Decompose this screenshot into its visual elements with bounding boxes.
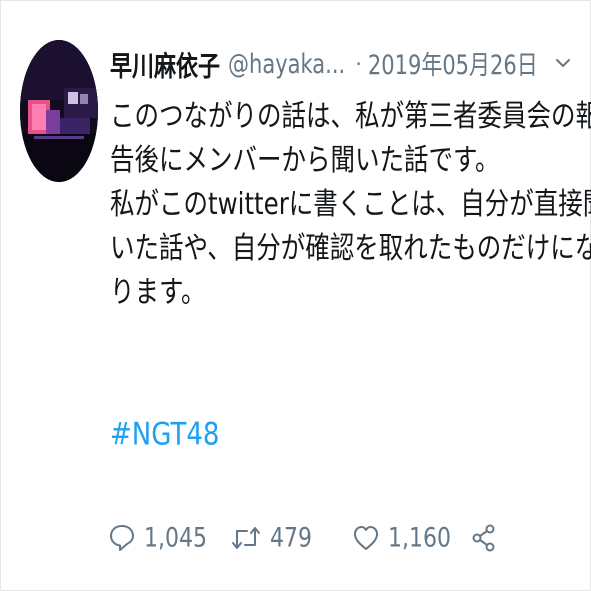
tweet-header: 早川麻依子 @hayaka... · 2019年05月26日 — [110, 44, 580, 84]
avatar[interactable] — [20, 40, 98, 182]
chevron-down-icon[interactable] — [554, 54, 572, 72]
reply-icon — [108, 523, 136, 553]
like-count: 1,160 — [388, 522, 451, 554]
heart-icon — [352, 523, 380, 553]
like-button[interactable]: 1,160 — [352, 516, 451, 560]
share-button[interactable] — [470, 516, 498, 560]
tweet-card: 早川麻依子 @hayaka... · 2019年05月26日 このつながりの話は… — [0, 0, 591, 591]
avatar-image — [20, 40, 98, 182]
retweet-count: 479 — [270, 522, 312, 554]
tweet-actions: 1,045 479 1,160 — [108, 516, 508, 560]
retweet-icon — [230, 523, 262, 553]
tweet-text-line: ります。 — [110, 273, 206, 310]
retweet-button[interactable]: 479 — [230, 516, 312, 560]
tweet-text: このつながりの話は、私が第三者委員会の報 告後にメンバーから聞いた話です。 私が… — [110, 94, 591, 314]
user-handle[interactable]: @hayaka... — [228, 49, 345, 79]
hashtag-link[interactable]: #NGT48 — [110, 417, 219, 453]
reply-count: 1,045 — [144, 522, 207, 554]
reply-button[interactable]: 1,045 — [108, 516, 207, 560]
tweet-date[interactable]: 2019年05月26日 — [368, 45, 538, 83]
share-icon — [470, 523, 498, 553]
separator-dot: · — [355, 52, 362, 76]
display-name[interactable]: 早川麻依子 — [110, 44, 220, 84]
